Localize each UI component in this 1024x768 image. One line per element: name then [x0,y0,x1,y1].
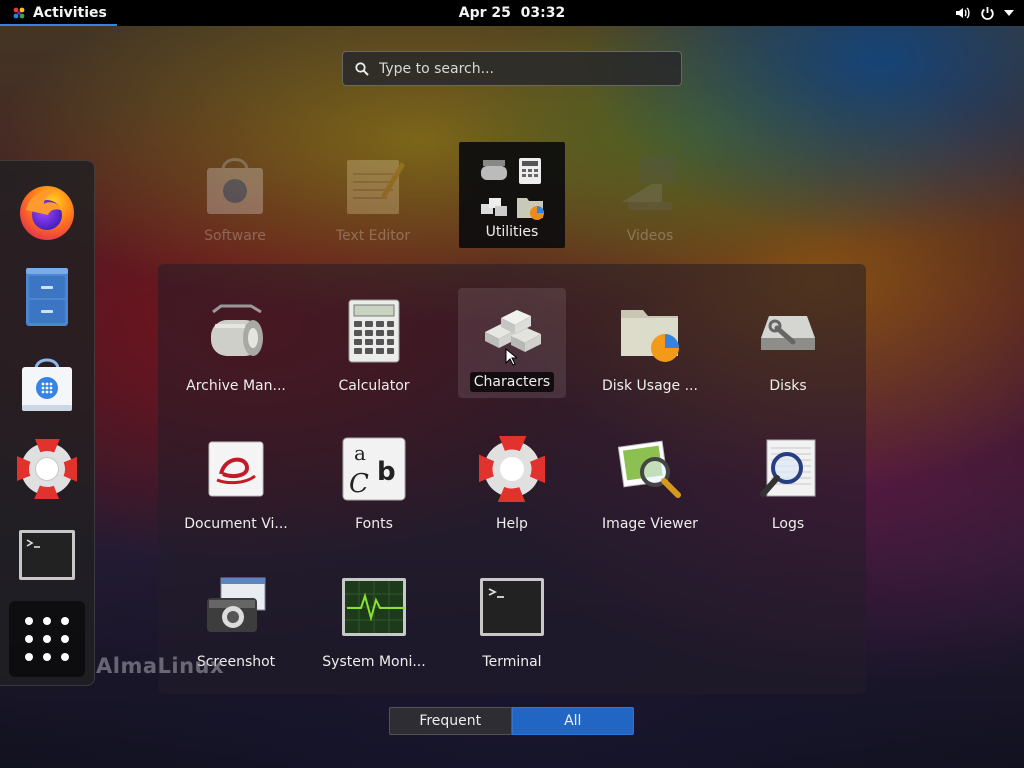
firefox-icon [20,186,74,240]
app-disk-usage[interactable]: Disk Usage ... [596,290,704,400]
terminal-icon [480,578,544,636]
app-archive-manager[interactable]: Archive Man... [182,290,290,400]
folder-utilities[interactable]: Utilities [459,142,565,248]
disk-usage-icon [621,310,679,362]
dash-file-cabinet[interactable] [9,259,85,335]
file-cabinet-icon [26,268,68,326]
app-label: System Moni... [322,654,426,670]
power-icon [981,6,994,20]
app-label: Disks [769,378,807,394]
archive-manager-icon [211,304,263,356]
dash-firefox[interactable] [9,173,85,249]
disks-icon [761,316,815,350]
document-viewer-icon [208,441,264,497]
app-label: Document Vi... [184,516,288,532]
calculator-icon [348,299,400,363]
help-lifebuoy-icon [17,439,77,499]
app-label: Fonts [355,516,393,532]
app-videos[interactable]: Videos [597,142,703,248]
activities-label: Activities [33,5,107,21]
app-label: Characters [469,372,555,392]
app-text-editor[interactable]: Text Editor [320,142,426,248]
disk-usage-mini-icon [517,198,544,220]
search-icon [355,61,369,76]
app-calculator[interactable]: Calculator [320,290,428,400]
mouse-cursor-icon [505,348,517,366]
videos-icon [622,156,676,210]
utilities-folder-icon [480,156,544,220]
volume-icon [956,7,970,19]
app-label: Help [496,516,528,532]
menu-arrow-icon [1004,10,1014,16]
app-label: Text Editor [335,228,411,244]
app-help[interactable]: Help [458,428,566,538]
image-viewer-icon [617,440,681,498]
fonts-icon-c: C [349,469,369,499]
logs-icon [760,439,816,497]
tab-all[interactable]: All [511,707,634,735]
software-bag-icon [22,358,72,411]
search-input[interactable] [379,60,659,77]
archive-mini-icon [481,160,507,180]
app-label: Calculator [338,378,410,394]
app-label: Terminal [482,654,542,670]
software-bag-icon [207,158,263,214]
app-label: Disk Usage ... [602,378,698,394]
app-label: Image Viewer [602,516,698,532]
calculator-mini-icon [519,158,541,184]
dash [0,160,95,686]
terminal-icon [19,530,75,580]
dash-software[interactable] [9,345,85,421]
app-image-viewer[interactable]: Image Viewer [596,428,704,538]
top-bar: Activities Apr 25 03:32 [0,0,1024,26]
app-logs[interactable]: Logs [734,428,842,538]
app-software[interactable]: Software [182,142,288,248]
almalinux-watermark: AlmaLinux [96,654,225,678]
screenshot-icon [207,577,266,632]
system-monitor-icon [342,578,406,636]
search-box[interactable] [342,51,682,86]
tab-frequent[interactable]: Frequent [389,707,512,735]
app-system-monitor[interactable]: System Moni... [320,566,428,676]
app-document-viewer[interactable]: Document Vi... [182,428,290,538]
activities-button[interactable]: Activities [0,0,117,26]
folder-label: Utilities [485,224,539,240]
fonts-icon-b: b [377,457,396,487]
app-grid-icon [25,617,69,661]
clock[interactable]: Apr 25 03:32 [459,5,565,21]
app-disks[interactable]: Disks [734,290,842,400]
characters-mini-icon [481,198,507,216]
view-switcher: Frequent All [389,707,634,735]
app-label: Archive Man... [186,378,286,394]
app-label: Videos [626,228,674,244]
help-lifebuoy-icon [475,432,549,506]
fonts-icon-a: a [354,441,366,465]
app-label: Software [204,228,266,244]
app-fonts[interactable]: a b C Fonts [320,428,428,538]
dash-help[interactable] [9,431,85,507]
text-editor-icon [347,160,405,214]
almalinux-logo-icon [13,7,25,19]
dash-terminal[interactable] [9,517,85,593]
app-label: Logs [771,516,805,532]
fonts-icon: a b C [342,437,406,501]
system-tray[interactable] [955,0,1014,26]
show-applications-button[interactable] [9,601,85,677]
app-terminal[interactable]: Terminal [458,566,566,676]
app-characters[interactable]: Characters [458,288,566,398]
